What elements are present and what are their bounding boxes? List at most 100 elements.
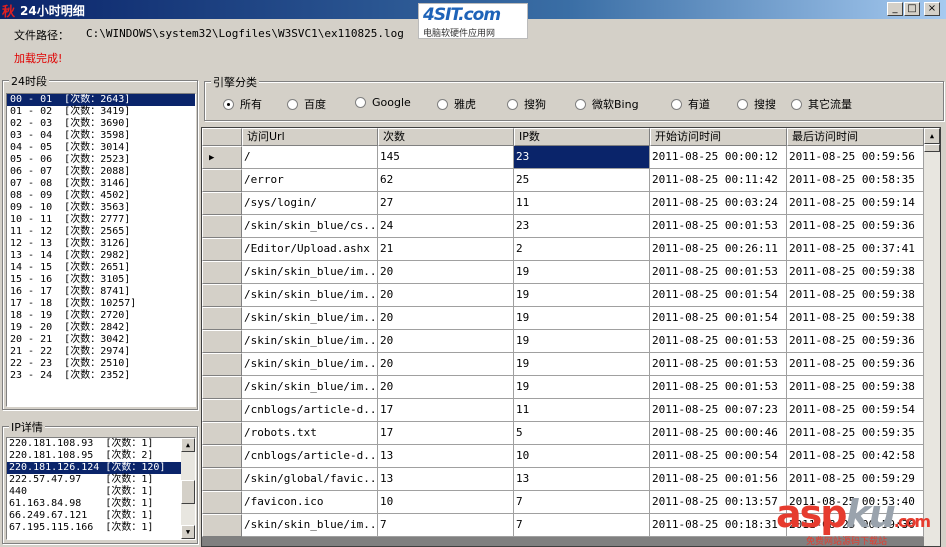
engine-option-radio[interactable]: 百度 [287,96,326,111]
table-row[interactable]: /skin/skin_blue/im... 20 19 2011-08-25 00:0… [202,307,924,330]
url-data-grid[interactable]: 访问Url 次数 IP数 开始访问时间 最后访问时间 ▶/145 23 2011-08-25… [201,127,941,547]
ip-list-scrollbar[interactable]: ▲ ▼ [181,438,195,539]
table-cell[interactable]: /skin/skin_blue/im... [242,307,378,330]
table-cell[interactable]: 145 [378,146,514,169]
hour-list-item[interactable]: 05 - 06 [次数：2523] [7,154,195,166]
table-cell[interactable]: 2011-08-25 00:00:46 [650,422,787,445]
table-cell[interactable]: 2011-08-25 00:13:57 [650,491,787,514]
ip-list-item[interactable]: 440 [次数：1] [7,486,182,498]
table-cell[interactable]: 19 [514,284,650,307]
row-header[interactable] [202,399,242,422]
scroll-thumb[interactable] [924,144,940,152]
table-cell[interactable]: 7 [514,514,650,537]
table-cell[interactable]: 17 [378,422,514,445]
table-cell[interactable]: 2011-08-25 00:01:56 [650,468,787,491]
table-cell[interactable]: 2011-08-25 00:01:54 [650,284,787,307]
radio-circle-icon[interactable] [287,99,298,110]
table-row[interactable]: /sys/login/27 11 2011-08-25 00:03:24 2011-0… [202,192,924,215]
ip-list-item[interactable]: 222.57.47.97 [次数：1] [7,474,182,486]
engine-option-radio[interactable]: 微软Bing [575,96,639,111]
table-cell[interactable]: /Editor/Upload.ashx [242,238,378,261]
maximize-button[interactable]: □ [904,2,920,16]
ip-list-item[interactable]: 220.181.126.124 [次数：120] [7,462,182,474]
hour-list-item[interactable]: 17 - 18 [次数：10257] [7,298,195,310]
engine-option-radio[interactable]: 搜搜 [737,96,776,111]
column-header[interactable]: IP数 [514,128,650,146]
radio-circle-icon[interactable] [575,99,586,110]
engine-option-radio[interactable]: 其它流量 [791,96,852,111]
table-row[interactable]: /skin/skin_blue/im... 20 19 2011-08-25 00:0… [202,284,924,307]
table-cell[interactable]: 2011-08-25 00:01:53 [650,330,787,353]
scroll-thumb[interactable] [181,480,195,504]
minimize-button[interactable]: _ [887,2,903,16]
table-cell[interactable]: 2011-08-25 00:59:38 [787,307,924,330]
table-cell[interactable]: /skin/skin_blue/im... [242,284,378,307]
table-cell[interactable]: 20 [378,353,514,376]
table-cell[interactable]: 11 [514,192,650,215]
column-header[interactable]: 访问Url [242,128,378,146]
table-cell[interactable]: 19 [514,330,650,353]
table-cell[interactable]: 2011-08-25 00:59:36 [787,330,924,353]
table-cell[interactable]: 2011-08-25 00:59:14 [787,192,924,215]
row-header[interactable] [202,330,242,353]
scroll-down-arrow-icon[interactable]: ▼ [181,525,195,539]
column-header[interactable]: 开始访问时间 [650,128,787,146]
hour-list-item[interactable]: 16 - 17 [次数：8741] [7,286,195,298]
table-cell[interactable]: 2011-08-25 00:03:24 [650,192,787,215]
table-cell[interactable]: 2011-08-25 00:00:12 [650,146,787,169]
radio-circle-icon[interactable] [671,99,682,110]
table-cell[interactable]: 5 [514,422,650,445]
row-header[interactable] [202,169,242,192]
table-cell[interactable]: /error [242,169,378,192]
table-row[interactable]: /robots.txt 17 5 2011-08-25 00:00:46 2011-08… [202,422,924,445]
table-cell[interactable]: 24 [378,215,514,238]
table-cell[interactable]: 2011-08-25 00:59:29 [787,468,924,491]
table-cell[interactable]: 7 [378,514,514,537]
hour-list-item[interactable]: 04 - 05 [次数：3014] [7,142,195,154]
table-cell[interactable]: 19 [514,307,650,330]
table-cell[interactable]: 62 [378,169,514,192]
table-row[interactable]: /skin/skin_blue/im... 20 19 2011-08-25 00:0… [202,261,924,284]
table-cell[interactable]: 2011-08-25 00:59:38 [787,376,924,399]
row-header[interactable] [202,376,242,399]
table-cell[interactable]: 2011-08-25 00:11:42 [650,169,787,192]
table-cell[interactable]: 20 [378,376,514,399]
row-header[interactable] [202,284,242,307]
table-cell[interactable]: 13 [378,445,514,468]
table-cell[interactable]: 23 [514,215,650,238]
table-cell[interactable]: /cnblogs/article-d... [242,399,378,422]
table-cell[interactable]: 7 [514,491,650,514]
hour-list-item[interactable]: 18 - 19 [次数：2720] [7,310,195,322]
hour-list-item[interactable]: 14 - 15 [次数：2651] [7,262,195,274]
scroll-up-arrow-icon[interactable]: ▲ [181,438,195,452]
ip-list-item[interactable]: 66.249.67.121 [次数：1] [7,510,182,522]
table-cell[interactable]: / [242,146,378,169]
table-cell[interactable]: /skin/skin_blue/im... [242,514,378,537]
hour-list-item[interactable]: 19 - 20 [次数：2842] [7,322,195,334]
table-cell[interactable]: 2011-08-25 00:07:23 [650,399,787,422]
hour-list-item[interactable]: 02 - 03 [次数：3690] [7,118,195,130]
table-cell[interactable]: 11 [514,399,650,422]
engine-option-radio[interactable]: 所有 [223,96,262,111]
hour-list-item[interactable]: 03 - 04 [次数：3598] [7,130,195,142]
hour-list-item[interactable]: 07 - 08 [次数：3146] [7,178,195,190]
radio-circle-icon[interactable] [223,99,234,110]
radio-circle-icon[interactable] [355,97,366,108]
table-cell[interactable]: /sys/login/ [242,192,378,215]
hour-list-item[interactable]: 06 - 07 [次数：2088] [7,166,195,178]
ip-list-item[interactable]: 67.195.115.166 [次数：1] [7,522,182,534]
table-cell[interactable]: 2011-08-25 00:01:53 [650,261,787,284]
row-header[interactable]: ▶ [202,146,242,169]
radio-circle-icon[interactable] [791,99,802,110]
table-cell[interactable]: 2011-08-25 00:26:11 [650,238,787,261]
table-cell[interactable]: 2011-08-25 00:00:54 [650,445,787,468]
hour-list-item[interactable]: 22 - 23 [次数：2510] [7,358,195,370]
table-cell[interactable]: 17 [378,399,514,422]
table-cell[interactable]: /skin/skin_blue/im... [242,261,378,284]
table-cell[interactable]: 2 [514,238,650,261]
table-cell[interactable]: 2011-08-25 00:01:53 [650,215,787,238]
hour-list-item[interactable]: 01 - 02 [次数：3419] [7,106,195,118]
radio-circle-icon[interactable] [507,99,518,110]
radio-circle-icon[interactable] [437,99,448,110]
table-cell[interactable]: 20 [378,284,514,307]
